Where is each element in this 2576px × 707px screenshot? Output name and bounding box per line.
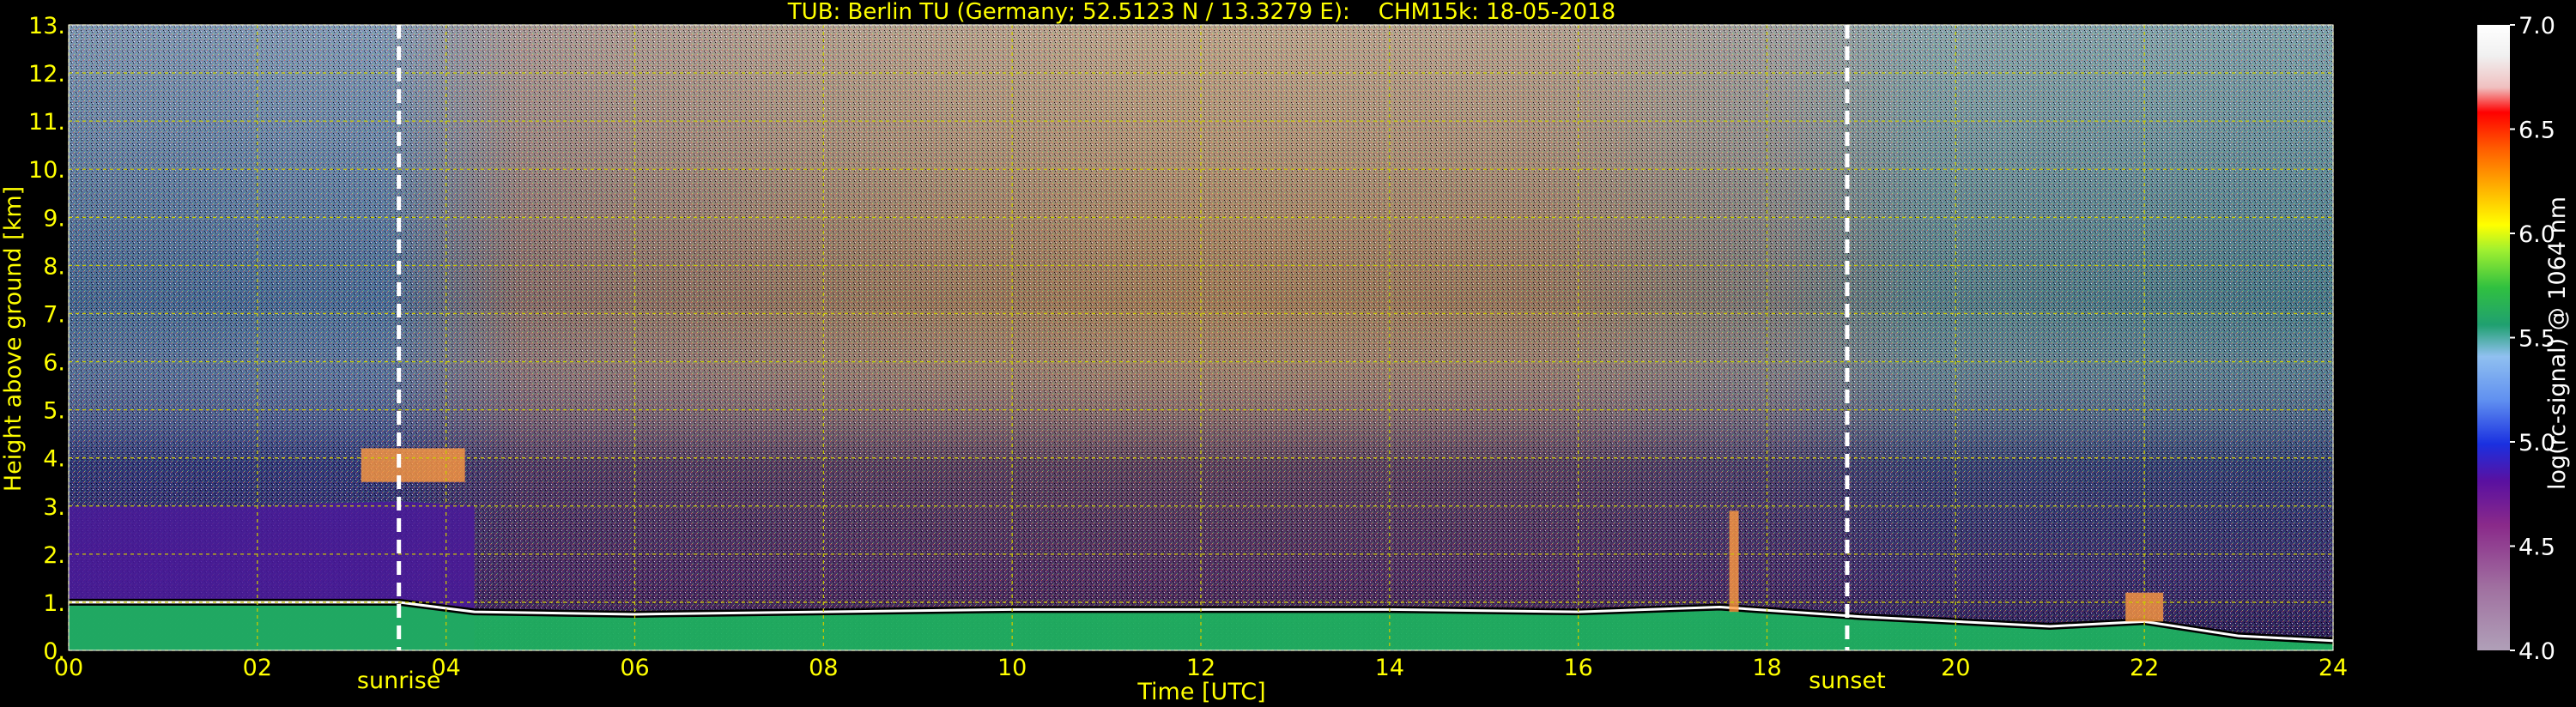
colorbar-gradient: [2477, 25, 2510, 650]
y-tick-label: 3.: [43, 494, 65, 521]
x-tick-label: 18: [1752, 655, 1781, 681]
x-tick-label: 08: [809, 655, 838, 681]
x-tick-label: 12: [1186, 655, 1215, 681]
colorbar-label: log(rc-signal) @ 1064 nm: [2544, 196, 2571, 490]
colorbar-tick-label: 7.0: [2518, 13, 2555, 39]
y-tick-label: 6.: [43, 350, 65, 377]
y-tick-label: 13.: [28, 13, 65, 39]
cloud-feature: [1729, 511, 1739, 613]
x-tick-label: 02: [243, 655, 272, 681]
x-tick-label: 16: [1563, 655, 1592, 681]
y-tick-label: 10.: [28, 157, 65, 184]
x-tick-label: 20: [1941, 655, 1970, 681]
colorbar-tick-label: 6.5: [2518, 118, 2555, 144]
y-tick-label: 11.: [28, 109, 65, 136]
colorbar-tick-label: 4.0: [2518, 638, 2555, 665]
y-tick-label: 9.: [43, 205, 65, 232]
y-tick-label: 2.: [43, 542, 65, 569]
y-axis-label: Height above ground [km]: [0, 186, 27, 492]
y-axis-ticks: 0. 1. 2. 3. 4. 5. 6. 7. 8. 9. 10. 11. 12. 13.: [28, 13, 65, 665]
y-tick-label: 1.: [43, 590, 65, 617]
y-tick-label: 8.: [43, 253, 65, 280]
y-tick-label: 12.: [28, 61, 65, 88]
x-tick-label: 06: [620, 655, 649, 681]
marker-label: sunset: [1809, 668, 1886, 694]
y-tick-label: 5.: [43, 398, 65, 425]
lidar-chart: sunrise sunset 00 02 04 06 08 10 12 14 16 18 20 22 24…: [0, 0, 2571, 705]
x-axis-label: Time [UTC]: [1136, 679, 1265, 705]
y-tick-label: 0.: [43, 638, 65, 665]
colorbar: 4.04.55.05.56.06.57.0 log(rc-signal) @ 1…: [2477, 13, 2571, 665]
colorbar-tick-label: 4.5: [2518, 535, 2555, 561]
y-tick-label: 4.: [43, 446, 65, 473]
x-tick-label: 14: [1375, 655, 1404, 681]
cloud-feature: [361, 448, 465, 482]
chart-title: TUB: Berlin TU (Germany; 52.5123 N / 13.…: [787, 0, 1615, 25]
x-tick-label: 04: [431, 655, 460, 681]
marker-label: sunrise: [357, 668, 441, 694]
x-tick-label: 24: [2318, 655, 2348, 681]
y-tick-label: 7.: [43, 301, 65, 328]
x-tick-label: 22: [2130, 655, 2159, 681]
x-tick-label: 10: [997, 655, 1027, 681]
